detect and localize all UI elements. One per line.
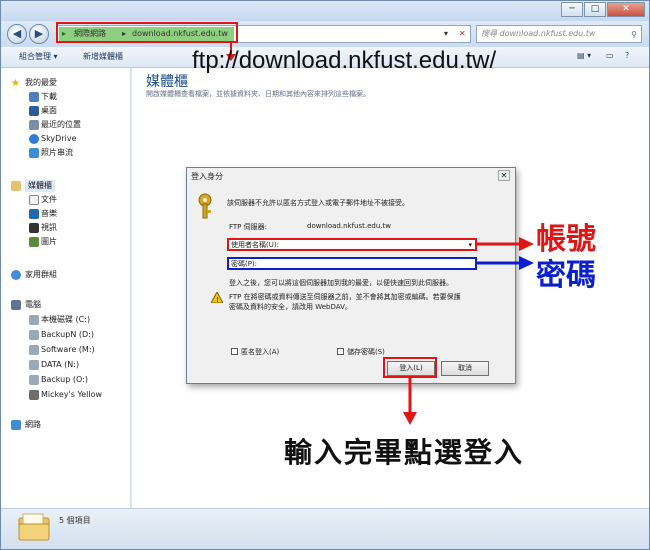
key-icon bbox=[198, 193, 212, 219]
password-field[interactable]: 密碼(P): bbox=[227, 257, 477, 270]
warning-icon: ! bbox=[211, 292, 223, 303]
ftp-server-label: FTP 伺服器: bbox=[229, 223, 267, 231]
dialog-message: 該伺服器不允許以匿名方式登入或電子郵件地址不被接受。 bbox=[227, 199, 409, 207]
save-password-label: 儲存密碼(S) bbox=[347, 348, 385, 356]
drive-icon bbox=[29, 315, 39, 325]
username-label: 使用者名稱(U): bbox=[231, 241, 279, 249]
sidebar-libraries[interactable]: 媒體櫃 bbox=[25, 180, 55, 192]
sidebar-favorites[interactable]: 我的最愛 bbox=[25, 77, 57, 89]
sidebar-item-documents[interactable]: 文件 bbox=[41, 194, 57, 206]
maximize-button[interactable]: □ bbox=[584, 2, 606, 17]
drive-icon bbox=[29, 345, 39, 355]
sidebar-item-downloads[interactable]: 下載 bbox=[41, 91, 57, 103]
sidebar-item-recent[interactable]: 最近的位置 bbox=[41, 119, 81, 131]
sidebar-item-desktop[interactable]: 桌面 bbox=[41, 105, 57, 117]
star-icon: ★ bbox=[11, 78, 20, 89]
search-placeholder: 搜尋 download.nkfust.edu.tw bbox=[481, 29, 596, 38]
sidebar-network[interactable]: 網路 bbox=[25, 419, 41, 431]
sidebar-item-drive-d[interactable]: BackupN (D:) bbox=[41, 329, 94, 341]
sidebar-item-videos[interactable]: 視訊 bbox=[41, 222, 57, 234]
cancel-button[interactable]: 取消 bbox=[441, 361, 489, 376]
view-options-icon[interactable]: ▤ ▾ bbox=[577, 51, 591, 60]
page-subtitle: 開啟媒體櫃查看檔案，並依據資料夾、日期和其他內容來排列這些檔案。 bbox=[146, 90, 370, 98]
organize-menu[interactable]: 組合管理 ▾ bbox=[19, 51, 58, 62]
sidebar-item-skydrive[interactable]: SkyDrive bbox=[41, 133, 77, 145]
search-icon[interactable]: ⚲ bbox=[631, 27, 637, 43]
desktop-icon bbox=[29, 106, 39, 116]
ftp-url-annotation: ftp://download.nkfust.edu.tw/ bbox=[192, 47, 497, 74]
new-library-button[interactable]: 新增媒體櫃 bbox=[83, 51, 123, 62]
sidebar-item-drive-n[interactable]: DATA (N:) bbox=[41, 359, 79, 371]
password-annotation: 密碼 bbox=[536, 258, 596, 293]
instruction-annotation: 輸入完畢點選登入 bbox=[284, 436, 525, 469]
picture-icon bbox=[29, 237, 39, 247]
username-field[interactable]: 使用者名稱(U): ▾ bbox=[227, 238, 477, 251]
music-icon bbox=[29, 209, 39, 219]
chevron-down-icon[interactable]: ▾ bbox=[468, 240, 472, 251]
sidebar-item-photostream[interactable]: 照片串流 bbox=[41, 147, 73, 159]
navigation-pane: ★ 我的最愛 下載 桌面 最近的位置 SkyDrive 照片串流 媒體櫃 文件 … bbox=[1, 68, 131, 508]
stop-icon[interactable]: ✕ bbox=[459, 27, 466, 41]
security-warning-line1: FTP 在將密碼或資料傳送至伺服器之前，並不會將其加密或編碼。若要保護 bbox=[229, 293, 461, 301]
search-input[interactable]: 搜尋 download.nkfust.edu.tw ⚲ bbox=[476, 25, 642, 43]
anonymous-login-checkbox[interactable] bbox=[231, 348, 238, 355]
sidebar-homegroup[interactable]: 家用群組 bbox=[25, 269, 57, 281]
drive-icon bbox=[29, 330, 39, 340]
sidebar-item-music[interactable]: 音樂 bbox=[41, 208, 57, 220]
security-warning-line2: 密碼及資料的安全，請改用 WebDAV。 bbox=[229, 303, 352, 311]
login-button-highlight bbox=[383, 357, 437, 378]
photo-stream-icon bbox=[29, 148, 39, 158]
sidebar-item-pictures[interactable]: 圖片 bbox=[41, 236, 57, 248]
sidebar-item-drive-c[interactable]: 本機磁碟 (C:) bbox=[41, 314, 90, 326]
library-folder-icon bbox=[18, 513, 50, 541]
dialog-title: 登入身分 bbox=[191, 172, 223, 181]
homegroup-icon bbox=[11, 270, 21, 280]
sidebar-item-drive-o[interactable]: Backup (O:) bbox=[41, 374, 88, 386]
recent-places-icon bbox=[29, 120, 39, 130]
forward-button[interactable]: ▶ bbox=[29, 24, 49, 44]
password-arrow bbox=[477, 256, 534, 270]
login-arrow bbox=[403, 378, 417, 425]
help-icon[interactable]: ? bbox=[625, 51, 629, 60]
library-icon bbox=[11, 181, 21, 191]
favorites-info: 登入之後，您可以將這個伺服器加到我的最愛，以便快速回到此伺服器。 bbox=[229, 279, 453, 287]
sidebar-computer[interactable]: 電腦 bbox=[25, 299, 41, 311]
sidebar-item-mickeys-yellow[interactable]: Mickey's Yellow bbox=[41, 389, 102, 401]
back-button[interactable]: ◀ bbox=[7, 24, 27, 44]
login-dialog: 登入身分 ✕ 該伺服器不允許以匿名方式登入或電子郵件地址不被接受。 FTP 伺服… bbox=[186, 167, 516, 384]
preview-pane-icon[interactable]: ▭ bbox=[606, 51, 614, 60]
drive-icon bbox=[29, 360, 39, 370]
document-icon bbox=[29, 195, 39, 205]
download-icon bbox=[29, 92, 39, 102]
address-highlight-box bbox=[56, 22, 238, 43]
dialog-close-button[interactable]: ✕ bbox=[498, 170, 510, 181]
save-password-checkbox[interactable] bbox=[337, 348, 344, 355]
title-bar: ─ □ ✕ bbox=[1, 1, 649, 21]
drive-icon bbox=[29, 375, 39, 385]
close-button[interactable]: ✕ bbox=[607, 2, 645, 17]
removable-drive-icon bbox=[29, 390, 39, 400]
network-icon bbox=[11, 420, 21, 430]
item-count: 5 個項目 bbox=[59, 516, 91, 525]
account-arrow bbox=[477, 237, 534, 251]
minimize-button[interactable]: ─ bbox=[561, 2, 583, 17]
svg-text:!: ! bbox=[216, 296, 219, 303]
anonymous-login-label: 匿名登入(A) bbox=[241, 348, 280, 356]
skydrive-icon bbox=[29, 134, 39, 144]
status-bar: 5 個項目 bbox=[1, 508, 649, 549]
sidebar-item-drive-m[interactable]: Software (M:) bbox=[41, 344, 95, 356]
ftp-server-value: download.nkfust.edu.tw bbox=[307, 222, 391, 230]
dropdown-icon[interactable]: ▾ bbox=[444, 27, 448, 41]
password-label: 密碼(P): bbox=[231, 260, 258, 268]
page-title: 媒體櫃 bbox=[146, 74, 188, 90]
computer-icon bbox=[11, 300, 21, 310]
window-controls: ─ □ ✕ bbox=[560, 2, 645, 17]
video-icon bbox=[29, 223, 39, 233]
